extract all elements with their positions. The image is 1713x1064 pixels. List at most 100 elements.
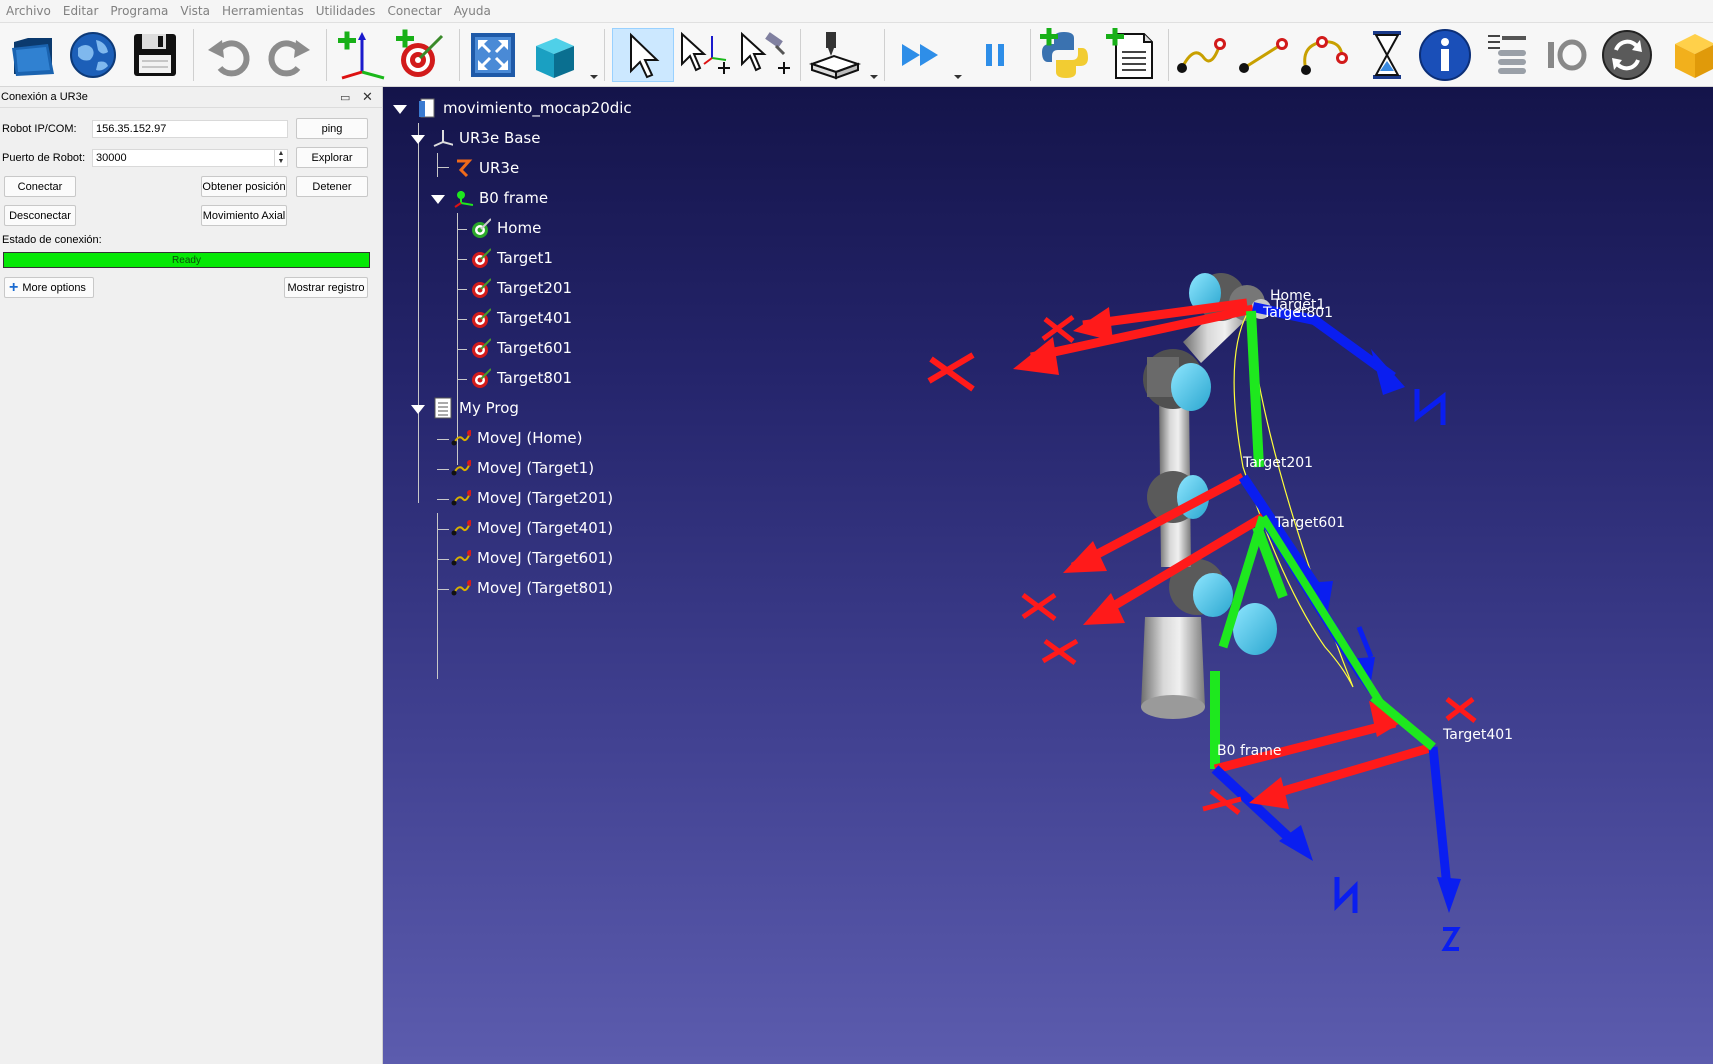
scene-label-target201: Target201 bbox=[1242, 455, 1313, 471]
menu-archivo[interactable]: Archivo bbox=[0, 0, 57, 22]
move-linear-icon[interactable] bbox=[1236, 28, 1290, 82]
undo-icon[interactable] bbox=[202, 28, 256, 82]
frame-icon bbox=[453, 188, 473, 208]
connect-button[interactable]: Conectar bbox=[4, 176, 76, 197]
robot-icon bbox=[453, 158, 473, 178]
more-options-button[interactable]: + More options bbox=[4, 277, 94, 298]
menu-programa[interactable]: Programa bbox=[104, 0, 174, 22]
menu-vista[interactable]: Vista bbox=[174, 0, 216, 22]
connection-panel: Conexión a UR3e ▭ ✕ Robot IP/COM: 156.35… bbox=[0, 87, 383, 1064]
save-icon[interactable] bbox=[128, 28, 182, 82]
package-icon[interactable] bbox=[1668, 28, 1713, 82]
tree-target-target1[interactable]: Target1 bbox=[471, 247, 553, 269]
tree-program[interactable]: My Prog bbox=[433, 397, 519, 419]
robot-port-input[interactable]: 30000 bbox=[92, 149, 288, 167]
run-dropdown-icon[interactable] bbox=[954, 75, 962, 79]
tree-robot[interactable]: UR3e bbox=[453, 157, 519, 179]
target-icon bbox=[471, 338, 491, 358]
main-toolbar bbox=[0, 23, 1713, 87]
tree-instruction[interactable]: MoveJ (Target801) bbox=[451, 577, 613, 599]
tree-instruction[interactable]: MoveJ (Target201) bbox=[451, 487, 613, 509]
connection-status-label: Estado de conexión: bbox=[2, 234, 102, 246]
instruction-list-icon[interactable] bbox=[1480, 28, 1534, 82]
tree-instruction[interactable]: MoveJ (Home) bbox=[451, 427, 582, 449]
menu-editar[interactable]: Editar bbox=[57, 0, 105, 22]
reload-icon[interactable] bbox=[1600, 28, 1654, 82]
tree-robot-label: UR3e bbox=[479, 159, 520, 177]
add-program-icon[interactable] bbox=[1104, 28, 1158, 82]
program-icon bbox=[433, 397, 453, 419]
ping-button[interactable]: ping bbox=[296, 118, 368, 139]
pause-icon[interactable] bbox=[968, 28, 1022, 82]
tree-target-target401[interactable]: Target401 bbox=[471, 307, 572, 329]
move-reference-frame-icon[interactable] bbox=[678, 28, 732, 82]
robot-port-label: Puerto de Robot: bbox=[2, 152, 86, 164]
tree-instruction[interactable]: MoveJ (Target1) bbox=[451, 457, 594, 479]
3d-viewport[interactable]: Home Target1 Target801 Target201 Target6… bbox=[383, 87, 1713, 1064]
panel-title: Conexión a UR3e bbox=[1, 91, 88, 103]
close-icon[interactable]: ✕ bbox=[362, 89, 373, 105]
connection-status-bar: Ready bbox=[3, 252, 370, 268]
station-icon bbox=[417, 98, 437, 118]
port-spinner[interactable]: ▲ ▼ bbox=[274, 150, 287, 166]
select-icon[interactable] bbox=[612, 28, 674, 82]
menu-herramientas[interactable]: Herramientas bbox=[216, 0, 310, 22]
disconnect-button[interactable]: Desconectar bbox=[4, 205, 76, 226]
tree-b0-frame[interactable]: B0 frame bbox=[453, 187, 548, 209]
io-icon[interactable] bbox=[1540, 28, 1594, 82]
pause-time-icon[interactable] bbox=[1360, 28, 1414, 82]
collapse-robot-base-icon[interactable] bbox=[411, 135, 425, 144]
robot-ip-input[interactable]: 156.35.152.97 bbox=[92, 120, 288, 138]
menu-utilidades[interactable]: Utilidades bbox=[310, 0, 382, 22]
stop-button[interactable]: Detener bbox=[296, 176, 368, 197]
redo-icon[interactable] bbox=[262, 28, 316, 82]
web-library-icon[interactable] bbox=[66, 28, 120, 82]
collapse-b0-frame-icon[interactable] bbox=[431, 195, 445, 204]
collapse-program-icon[interactable] bbox=[411, 405, 425, 414]
3d-print-dropdown-icon[interactable] bbox=[870, 75, 878, 79]
tree-robot-base[interactable]: UR3e Base bbox=[433, 127, 540, 149]
menu-conectar[interactable]: Conectar bbox=[381, 0, 447, 22]
view-dropdown-icon[interactable] bbox=[590, 75, 598, 79]
move-tool-icon[interactable] bbox=[738, 28, 792, 82]
menu-ayuda[interactable]: Ayuda bbox=[448, 0, 497, 22]
tree-instruction-label: MoveJ (Target801) bbox=[477, 579, 614, 597]
3d-print-icon[interactable] bbox=[808, 28, 862, 82]
tree-station[interactable]: movimiento_mocap20dic bbox=[417, 97, 632, 119]
tree-program-label: My Prog bbox=[459, 399, 519, 417]
open-icon[interactable] bbox=[6, 28, 60, 82]
tree-instruction[interactable]: MoveJ (Target401) bbox=[451, 517, 613, 539]
tree-instruction-label: MoveJ (Target201) bbox=[477, 489, 614, 507]
tree-instruction-label: MoveJ (Home) bbox=[477, 429, 583, 447]
menu-bar: Archivo Editar Programa Vista Herramientas Ut… bbox=[0, 0, 1713, 23]
more-options-label: More options bbox=[22, 281, 86, 294]
collapse-station-icon[interactable] bbox=[393, 105, 407, 114]
run-program-icon[interactable] bbox=[894, 28, 948, 82]
axial-move-button[interactable]: Movimiento Axial bbox=[201, 205, 287, 226]
fit-all-icon[interactable] bbox=[466, 28, 520, 82]
float-window-icon[interactable]: ▭ bbox=[340, 91, 350, 104]
move-circular-icon[interactable] bbox=[1296, 28, 1350, 82]
show-log-button[interactable]: Mostrar registro bbox=[284, 277, 368, 298]
tree-target-label: Target801 bbox=[497, 369, 573, 387]
add-reference-frame-icon[interactable] bbox=[334, 28, 388, 82]
add-python-program-icon[interactable] bbox=[1038, 28, 1092, 82]
get-position-button[interactable]: Obtener posición bbox=[201, 176, 287, 197]
frame-b0[interactable] bbox=[1210, 671, 1407, 913]
add-target-icon[interactable] bbox=[394, 28, 448, 82]
tree-target-target201[interactable]: Target201 bbox=[471, 277, 572, 299]
explore-button[interactable]: Explorar bbox=[296, 147, 368, 168]
move-joint-icon bbox=[451, 458, 471, 478]
move-joint-icon[interactable] bbox=[1174, 28, 1228, 82]
tree-target-target801[interactable]: Target801 bbox=[471, 367, 572, 389]
target-icon bbox=[471, 248, 491, 268]
info-icon[interactable] bbox=[1418, 28, 1472, 82]
tree-instruction-label: MoveJ (Target601) bbox=[477, 549, 614, 567]
view-cube-icon[interactable] bbox=[526, 28, 580, 82]
tree-target-target601[interactable]: Target601 bbox=[471, 337, 572, 359]
move-joint-icon bbox=[451, 548, 471, 568]
tree-target-home[interactable]: Home bbox=[471, 217, 541, 239]
tree-instruction[interactable]: MoveJ (Target601) bbox=[451, 547, 613, 569]
target-icon bbox=[471, 308, 491, 328]
scene-label-target601: Target601 bbox=[1274, 515, 1345, 531]
